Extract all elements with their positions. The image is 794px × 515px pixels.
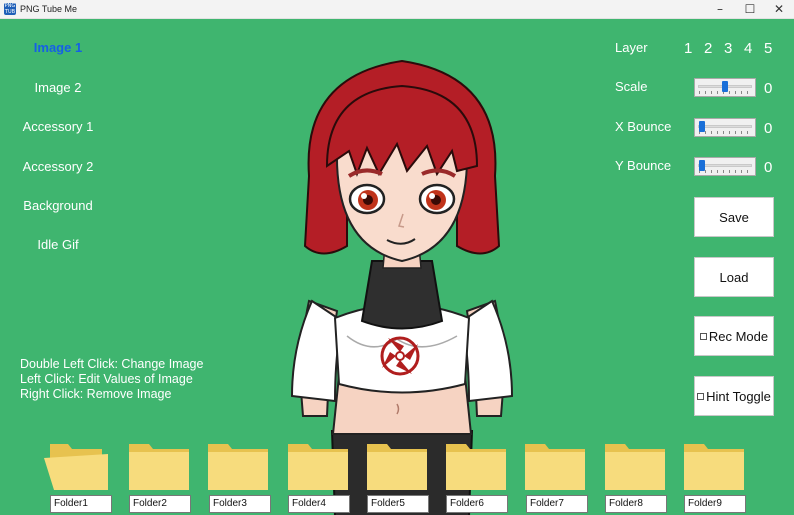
rec-mode-label: Rec Mode — [708, 328, 769, 344]
window-title: PNG Tube Me — [20, 4, 78, 14]
folder-icon[interactable] — [523, 442, 587, 492]
layer-2-button[interactable]: 2 — [704, 40, 712, 57]
app-icon: PNG TUB — [4, 3, 16, 15]
folder-icon[interactable] — [444, 442, 508, 492]
folder-icon[interactable] — [206, 442, 270, 492]
hint-right-click: Right Click: Remove Image — [20, 387, 172, 401]
y-bounce-value: 0 — [764, 159, 773, 176]
scale-slider[interactable] — [694, 78, 756, 97]
slider-thumb[interactable] — [699, 121, 705, 132]
character-left-sleeve — [290, 299, 344, 403]
x-bounce-value: 0 — [764, 120, 773, 137]
minimize-icon[interactable]: – — [705, 0, 735, 19]
layer-4-button[interactable]: 4 — [744, 40, 752, 57]
folder-4-label[interactable]: Folder4 — [288, 495, 350, 513]
folder-icon[interactable] — [365, 442, 429, 492]
maximize-icon[interactable]: ☐ — [735, 0, 765, 19]
nav-accessory-2[interactable]: Accessory 2 — [0, 159, 118, 174]
y-bounce-slider[interactable] — [694, 157, 756, 176]
nav-image-1[interactable]: Image 1 — [0, 40, 118, 55]
folder-icon[interactable] — [127, 442, 191, 492]
y-bounce-label: Y Bounce — [615, 158, 672, 173]
main-canvas: Image 1 Image 2 Accessory 1 Accessory 2 … — [0, 19, 794, 515]
rec-mode-toggle[interactable]: Rec Mode — [694, 316, 774, 356]
folder-icon[interactable] — [286, 442, 350, 492]
hint-toggle-checkbox[interactable] — [697, 392, 705, 400]
folder-7-label[interactable]: Folder7 — [526, 495, 588, 513]
nav-image-2[interactable]: Image 2 — [0, 80, 118, 95]
close-icon[interactable]: ✕ — [764, 0, 794, 19]
folder-1-label[interactable]: Folder1 — [50, 495, 112, 513]
layer-1-button[interactable]: 1 — [684, 40, 692, 57]
scale-value: 0 — [764, 80, 773, 97]
folder-8-label[interactable]: Folder8 — [605, 495, 667, 513]
character-left-eye — [348, 183, 386, 215]
character-collar — [360, 260, 444, 330]
scale-label: Scale — [615, 79, 648, 94]
x-bounce-label: X Bounce — [615, 119, 672, 134]
folder-open-icon[interactable] — [44, 442, 108, 492]
character-right-sleeve — [460, 299, 514, 403]
folder-3-label[interactable]: Folder3 — [209, 495, 271, 513]
character-right-eye — [418, 183, 456, 215]
slider-thumb[interactable] — [699, 160, 705, 171]
save-button[interactable]: Save — [694, 197, 774, 237]
nav-idle-gif[interactable]: Idle Gif — [0, 237, 118, 252]
layer-3-button[interactable]: 3 — [724, 40, 732, 57]
load-button[interactable]: Load — [694, 257, 774, 297]
folder-6-label[interactable]: Folder6 — [446, 495, 508, 513]
hint-toggle-label: Hint Toggle — [706, 388, 771, 404]
folder-2-label[interactable]: Folder2 — [129, 495, 191, 513]
x-bounce-slider[interactable] — [694, 118, 756, 137]
folder-icon[interactable] — [603, 442, 667, 492]
layer-label: Layer — [615, 40, 648, 55]
folder-9-label[interactable]: Folder9 — [684, 495, 746, 513]
title-bar: PNG TUB PNG Tube Me – ☐ ✕ — [0, 0, 794, 19]
hint-toggle[interactable]: Hint Toggle — [694, 376, 774, 416]
slider-thumb[interactable] — [722, 81, 728, 92]
folder-icon[interactable] — [682, 442, 746, 492]
rec-mode-checkbox[interactable] — [699, 332, 707, 340]
hint-left-click: Left Click: Edit Values of Image — [20, 372, 193, 386]
layer-5-button[interactable]: 5 — [764, 40, 772, 57]
hint-double-left-click: Double Left Click: Change Image — [20, 357, 204, 371]
folder-5-label[interactable]: Folder5 — [367, 495, 429, 513]
nav-accessory-1[interactable]: Accessory 1 — [0, 119, 118, 134]
nav-background[interactable]: Background — [0, 198, 118, 213]
